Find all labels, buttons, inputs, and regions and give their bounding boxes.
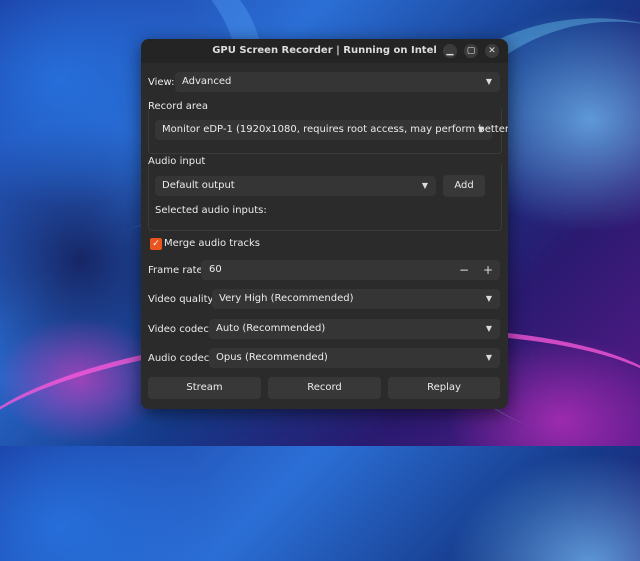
audio-codec-value: Opus (Recommended) — [216, 352, 328, 363]
view-label: View: — [148, 77, 175, 88]
add-audio-input-button[interactable]: Add — [443, 175, 485, 197]
frame-rate-value[interactable]: 60 — [209, 264, 222, 275]
merge-audio-label[interactable]: Merge audio tracks — [164, 238, 260, 249]
video-codec-select[interactable]: Auto (Recommended) ▼ — [209, 319, 500, 339]
replay-button[interactable]: Replay — [388, 377, 500, 399]
audio-codec-label: Audio codec: — [148, 353, 213, 364]
audio-codec-select[interactable]: Opus (Recommended) ▼ — [209, 348, 500, 368]
chevron-down-icon: ▼ — [485, 77, 493, 86]
record-area-value: Monitor eDP-1 (1920x1080, requires root … — [162, 124, 508, 135]
merge-audio-checkbox[interactable]: ✓ — [150, 238, 162, 250]
record-button[interactable]: Record — [268, 377, 381, 399]
close-button[interactable]: ✕ — [485, 44, 499, 58]
audio-input-select[interactable]: Default output ▼ — [155, 176, 436, 196]
chevron-down-icon: ▼ — [421, 181, 429, 190]
frame-rate-label: Frame rate: — [148, 265, 207, 276]
increment-button[interactable]: + — [479, 260, 497, 280]
view-select[interactable]: Advanced ▼ — [175, 72, 500, 92]
view-value: Advanced — [182, 76, 232, 87]
chevron-down-icon: ▼ — [485, 353, 493, 362]
titlebar[interactable]: GPU Screen Recorder | Running on Intel ▁… — [141, 39, 508, 63]
chevron-down-icon: ▼ — [485, 294, 493, 303]
video-codec-value: Auto (Recommended) — [216, 323, 326, 334]
video-quality-label: Video quality: — [148, 294, 217, 305]
record-area-select[interactable]: Monitor eDP-1 (1920x1080, requires root … — [155, 120, 508, 140]
decrement-button[interactable]: − — [455, 260, 473, 280]
minimize-button[interactable]: ▁ — [443, 44, 457, 58]
check-icon: ✓ — [152, 239, 160, 249]
selected-audio-inputs-label: Selected audio inputs: — [155, 205, 267, 216]
app-window: GPU Screen Recorder | Running on Intel ▁… — [141, 39, 508, 409]
maximize-button[interactable]: ▢ — [464, 44, 478, 58]
stream-button[interactable]: Stream — [148, 377, 261, 399]
chevron-down-icon: ▼ — [477, 125, 485, 134]
audio-input-value: Default output — [162, 180, 235, 191]
frame-rate-spinner[interactable]: 60 − + — [201, 260, 500, 280]
video-quality-select[interactable]: Very High (Recommended) ▼ — [212, 289, 500, 309]
chevron-down-icon: ▼ — [485, 324, 493, 333]
video-quality-value: Very High (Recommended) — [219, 293, 354, 304]
video-codec-label: Video codec: — [148, 324, 213, 335]
